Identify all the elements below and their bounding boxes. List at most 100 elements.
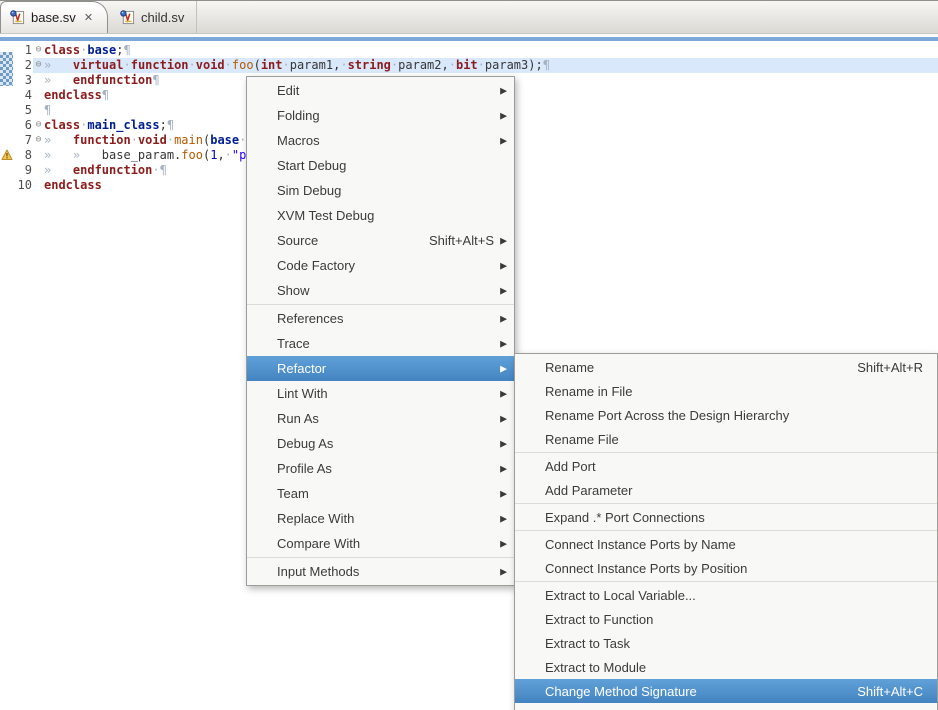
line-number: 6: [14, 118, 33, 133]
line-number: 4: [14, 88, 33, 103]
code-token: ,: [217, 148, 224, 162]
tab-label: child.sv: [141, 10, 184, 25]
line-number: 10: [14, 178, 33, 193]
menu-item-label: Input Methods: [277, 564, 494, 579]
menu-item-label: Sim Debug: [277, 183, 494, 198]
code-line[interactable]: 2⊖» virtual·function·void·foo(int·param1…: [0, 58, 938, 73]
annotation-ruler-cell: [0, 163, 14, 178]
line-number: 7: [14, 133, 33, 148]
menu-item-rename-file[interactable]: Rename File: [515, 427, 937, 451]
code-token: »: [44, 58, 73, 72]
submenu-arrow-icon: ▶: [500, 260, 507, 271]
fold-minus-icon[interactable]: ⊖: [33, 118, 44, 133]
code-token: param1: [290, 58, 333, 72]
code-token: endfunction: [73, 73, 152, 87]
menu-item-debug-as[interactable]: Debug As▶: [247, 431, 514, 456]
code-token: endclass: [44, 178, 102, 192]
menu-item-connect-instance-ports-by-name[interactable]: Connect Instance Ports by Name: [515, 532, 937, 556]
menu-item-team[interactable]: Team▶: [247, 481, 514, 506]
code-text: endclass: [44, 178, 102, 193]
code-token: ·: [167, 133, 174, 147]
code-line[interactable]: 1⊖class·base;¶: [0, 43, 938, 58]
code-token: foo: [232, 58, 254, 72]
menu-item-label: Extract to Local Variable...: [545, 588, 923, 603]
code-token: ¶: [102, 88, 109, 102]
submenu-arrow-icon: ▶: [500, 235, 507, 246]
menu-item-connect-instance-ports-by-position[interactable]: Connect Instance Ports by Position: [515, 556, 937, 580]
menu-item-extract-to-module[interactable]: Extract to Module: [515, 655, 937, 679]
menu-item-label: Extract to Module: [545, 660, 923, 675]
line-number: 5: [14, 103, 33, 118]
editor-tab-bar: base.sv✕ child.sv: [0, 0, 938, 34]
menu-item-refactor[interactable]: Refactor▶: [247, 356, 514, 381]
menu-item-expand-port-connections[interactable]: Expand .* Port Connections: [515, 505, 937, 529]
fold-ruler-cell: [33, 148, 44, 163]
menu-item-rename-port-across-the-design-hierarchy[interactable]: Rename Port Across the Design Hierarchy: [515, 403, 937, 427]
fold-ruler-cell: [33, 103, 44, 118]
menu-item-label: Macros: [277, 133, 494, 148]
code-token: ·: [189, 58, 196, 72]
fold-ruler-cell: [33, 163, 44, 178]
fold-minus-icon[interactable]: ⊖: [33, 43, 44, 58]
code-text: ¶: [44, 103, 51, 118]
menu-item-label: Run As: [277, 411, 494, 426]
menu-item-extract-to-function[interactable]: Extract to Function: [515, 607, 937, 631]
menu-item-macros[interactable]: Macros▶: [247, 128, 514, 153]
menu-item-rename[interactable]: RenameShift+Alt+R: [515, 355, 937, 379]
menu-item-label: Show: [277, 283, 494, 298]
menu-item-shortcut: Shift+Alt+S: [429, 233, 494, 248]
code-token: void: [138, 133, 167, 147]
menu-separator: [515, 581, 937, 582]
annotation-ruler-cell: [0, 178, 14, 193]
menu-item-input-methods[interactable]: Input Methods ▶: [247, 559, 514, 584]
menu-item-show[interactable]: Show ▶: [247, 278, 514, 303]
submenu-arrow-icon: ▶: [500, 463, 507, 474]
code-token: param3: [485, 58, 528, 72]
tab-child-sv[interactable]: child.sv: [108, 1, 197, 33]
code-token: ,: [442, 58, 449, 72]
menu-item-source[interactable]: SourceShift+Alt+S▶: [247, 228, 514, 253]
line-number: 2: [14, 58, 33, 73]
menu-item-label: Replace With: [277, 511, 494, 526]
fold-minus-icon[interactable]: ⊖: [33, 133, 44, 148]
menu-item-references[interactable]: References▶: [247, 306, 514, 331]
menu-item-folding[interactable]: Folding▶: [247, 103, 514, 128]
menu-item-replace-with[interactable]: Replace With▶: [247, 506, 514, 531]
menu-item-label: Refactor: [277, 361, 494, 376]
menu-item-label: Code Factory: [277, 258, 494, 273]
code-token: function: [73, 133, 131, 147]
menu-item-lint-with[interactable]: Lint With▶: [247, 381, 514, 406]
warning-icon[interactable]: [1, 149, 13, 161]
menu-item-sim-debug[interactable]: Sim Debug: [247, 178, 514, 203]
menu-item-xvm-test-debug[interactable]: XVM Test Debug: [247, 203, 514, 228]
menu-item-edit[interactable]: Edit▶: [247, 78, 514, 103]
menu-item-profile-as[interactable]: Profile As▶: [247, 456, 514, 481]
close-icon[interactable]: ✕: [84, 11, 93, 24]
tab-base-sv[interactable]: base.sv✕: [0, 1, 108, 33]
submenu-arrow-icon: ▶: [500, 285, 507, 296]
code-token: param2: [398, 58, 441, 72]
menu-item-label: Rename File: [545, 432, 923, 447]
menu-item-label: Change Method Signature: [545, 684, 833, 699]
menu-item-start-debug[interactable]: Start Debug: [247, 153, 514, 178]
menu-item-rename-in-file[interactable]: Rename in File: [515, 379, 937, 403]
menu-separator: [515, 530, 937, 531]
menu-item-extract-to-task[interactable]: Extract to Task: [515, 631, 937, 655]
code-token: ¶: [167, 118, 174, 132]
code-token: ¶: [44, 103, 51, 117]
code-token: »: [44, 73, 73, 87]
menu-item-trace[interactable]: Trace▶: [247, 331, 514, 356]
menu-item-add-parameter[interactable]: Add Parameter: [515, 478, 937, 502]
submenu-arrow-icon: ▶: [500, 488, 507, 499]
menu-item-compare-with[interactable]: Compare With▶: [247, 531, 514, 556]
fold-minus-icon[interactable]: ⊖: [33, 58, 44, 73]
menu-item-code-factory[interactable]: Code Factory ▶: [247, 253, 514, 278]
menu-item-change-method-signature[interactable]: Change Method SignatureShift+Alt+C: [515, 679, 937, 703]
submenu-arrow-icon: ▶: [500, 538, 507, 549]
menu-item-extract-to-local-variable[interactable]: Extract to Local Variable...: [515, 583, 937, 607]
menu-item-run-as[interactable]: Run As▶: [247, 406, 514, 431]
code-token: class: [44, 118, 80, 132]
menu-item-add-port[interactable]: Add Port: [515, 454, 937, 478]
submenu-arrow-icon: ▶: [500, 566, 507, 577]
menu-separator: [515, 503, 937, 504]
